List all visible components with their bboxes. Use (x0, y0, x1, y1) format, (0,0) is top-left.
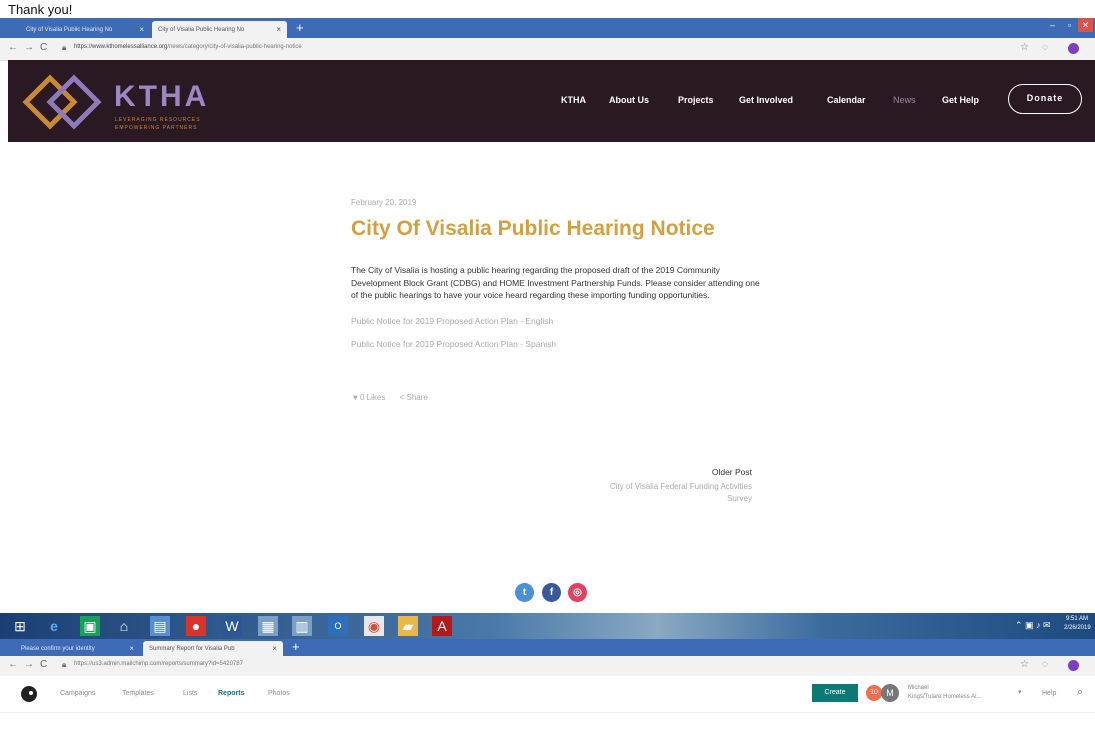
nav-templates[interactable]: Templates (122, 690, 154, 697)
word-icon[interactable]: W (222, 616, 242, 636)
bottom-address-bar: ←→C 🔒︎ https://us3.admin.mailchimp.com/r… (0, 656, 1095, 677)
close-window-button[interactable]: ✕ (1078, 18, 1093, 32)
ie-icon[interactable]: e (44, 616, 64, 636)
search-icon[interactable]: ⌕ (1077, 686, 1083, 699)
share-icon[interactable]: < (400, 393, 405, 402)
top-address-bar: ←→C 🔒︎ https://www.kthomelessalliance.or… (0, 38, 1095, 61)
clock-time[interactable]: 9:51 AM (1066, 616, 1088, 622)
clock-date[interactable]: 2/26/2019 (1064, 625, 1091, 631)
url-field[interactable]: https://www.kthomelessalliance.org/news/… (74, 44, 302, 50)
caption: Thank you! (8, 2, 73, 17)
folder-icon[interactable]: ▰ (398, 616, 418, 636)
explorer-icon[interactable]: ▤ (150, 616, 170, 636)
lock-icon: 🔒︎ (62, 43, 67, 52)
profile-avatar[interactable] (1068, 660, 1079, 671)
system-tray-icons[interactable]: ⌃ ▣ ♪ ✉ (1015, 620, 1051, 631)
twitter-icon[interactable]: t (515, 583, 534, 602)
share-link[interactable]: Share (406, 393, 427, 402)
tab-2[interactable]: Summary Report for Visalia Pub × (143, 641, 283, 656)
older-post-title-line: Survey (727, 494, 752, 503)
nav-news[interactable]: News (893, 95, 916, 105)
post-actions: ♥ 0 Likes < Share (353, 393, 428, 402)
nav-ktha[interactable]: KTHA (561, 95, 586, 105)
donate-button[interactable]: Donate (1008, 84, 1082, 114)
tab-label: Summary Report for Visalia Pub (149, 645, 235, 652)
spanish-notice-link[interactable]: Public Notice for 2019 Proposed Action P… (351, 338, 761, 351)
older-post-title-line: City of Visalia Federal Funding Activiti… (609, 482, 752, 491)
store-icon[interactable]: ▣ (80, 616, 100, 636)
english-notice-link[interactable]: Public Notice for 2019 Proposed Action P… (351, 315, 761, 328)
minimize-button[interactable]: – (1045, 18, 1060, 32)
nav-reports[interactable]: Reports (218, 690, 244, 697)
nav-lists[interactable]: Lists (183, 690, 197, 697)
nav-get-help[interactable]: Get Help (942, 95, 979, 105)
nav-projects[interactable]: Projects (678, 95, 714, 105)
lock-icon: 🔒︎ (62, 660, 67, 669)
acrobat-icon[interactable]: A (432, 616, 452, 636)
tab-1[interactable]: City of Visalia Public Hearing No × (20, 21, 150, 38)
post-paragraph: The City of Visalia is hosting a public … (351, 265, 760, 300)
user-name[interactable]: Michael (908, 685, 929, 691)
shield-icon[interactable]: ◌ (1042, 659, 1048, 670)
file-icon[interactable]: ▦ (258, 616, 278, 636)
url-field[interactable]: https://us3.admin.mailchimp.com/reports/… (74, 661, 243, 667)
windows-start-icon[interactable]: ⊞ (10, 616, 30, 636)
likes-count[interactable]: 0 Likes (360, 393, 385, 402)
logo-tagline: LEVERAGING RESOURCES (115, 117, 201, 123)
tab-label: City of Visalia Public Hearing No (158, 26, 245, 33)
notification-badge[interactable]: 10 (866, 685, 882, 701)
nav-campaigns[interactable]: Campaigns (60, 690, 95, 697)
logo-title: KTHA (114, 80, 210, 113)
bottom-tab-bar: Please confirm your identity × Summary R… (0, 639, 1095, 656)
close-icon[interactable]: × (139, 25, 144, 34)
shield-icon[interactable]: ◌ (1042, 42, 1048, 53)
close-icon[interactable]: × (276, 25, 281, 34)
nav-get-involved[interactable]: Get Involved (739, 95, 793, 105)
logo-diamond-icon (22, 74, 102, 130)
top-tab-bar: City of Visalia Public Hearing No × City… (0, 18, 1095, 38)
ktha-logo[interactable]: KTHA LEVERAGING RESOURCES EMPOWERING PAR… (20, 72, 210, 132)
new-tab-button[interactable]: + (296, 20, 304, 35)
app-icon[interactable]: ● (186, 616, 206, 636)
new-tab-button[interactable]: + (292, 639, 300, 654)
nav-controls[interactable]: ←→C (8, 42, 53, 53)
nav-photos[interactable]: Photos (268, 690, 290, 697)
logo-tagline: EMPOWERING PARTNERS (115, 125, 198, 131)
home-icon[interactable]: ⌂ (114, 616, 134, 636)
windows-taskbar: ⊞ e ▣ ⌂ ▤ ● W ▦ ▥ O ◉ ▰ A ⌃ ▣ ♪ ✉ 9:51 A… (0, 613, 1095, 639)
tab-1[interactable]: Please confirm your identity × (15, 641, 140, 656)
star-icon[interactable]: ☆ (1020, 659, 1029, 670)
tab-2[interactable]: City of Visalia Public Hearing No × (152, 21, 287, 38)
nav-controls[interactable]: ←→C (8, 659, 53, 670)
chevron-down-icon[interactable]: ▾ (1018, 688, 1022, 696)
nav-about-us[interactable]: About Us (609, 95, 649, 105)
avatar[interactable]: M (881, 684, 899, 702)
older-post-label[interactable]: Older Post (452, 467, 752, 477)
outlook-icon[interactable]: O (328, 616, 348, 636)
facebook-icon[interactable]: f (542, 583, 561, 602)
post-title: City Of Visalia Public Hearing Notice (351, 217, 715, 240)
tab-label: Please confirm your identity (21, 645, 95, 652)
heart-icon[interactable]: ♥ (353, 393, 358, 402)
document-icon[interactable]: ▥ (292, 616, 312, 636)
tab-label: City of Visalia Public Hearing No (26, 26, 113, 33)
mailchimp-header: Campaigns Templates Lists Reports Photos… (0, 676, 1095, 713)
post-date: February 20, 2019 (351, 198, 417, 207)
site-header: KTHA LEVERAGING RESOURCES EMPOWERING PAR… (8, 60, 1095, 142)
account-name[interactable]: Kings/Tulare Homeless Al... (908, 694, 981, 700)
close-icon[interactable]: × (272, 644, 277, 653)
nav-calendar[interactable]: Calendar (827, 95, 866, 105)
mailchimp-logo-icon[interactable] (20, 685, 38, 703)
maximize-button[interactable]: ▫ (1062, 18, 1077, 32)
create-button[interactable]: Create (812, 684, 858, 702)
post-body: The City of Visalia is hosting a public … (351, 264, 761, 351)
profile-avatar[interactable] (1068, 43, 1079, 54)
help-link[interactable]: Help (1042, 690, 1056, 697)
close-icon[interactable]: × (129, 644, 134, 653)
instagram-icon[interactable]: ◎ (568, 583, 587, 602)
older-post-title[interactable]: City of Visalia Federal Funding Activiti… (452, 481, 752, 505)
chrome-icon[interactable]: ◉ (364, 616, 384, 636)
star-icon[interactable]: ☆ (1020, 42, 1029, 53)
